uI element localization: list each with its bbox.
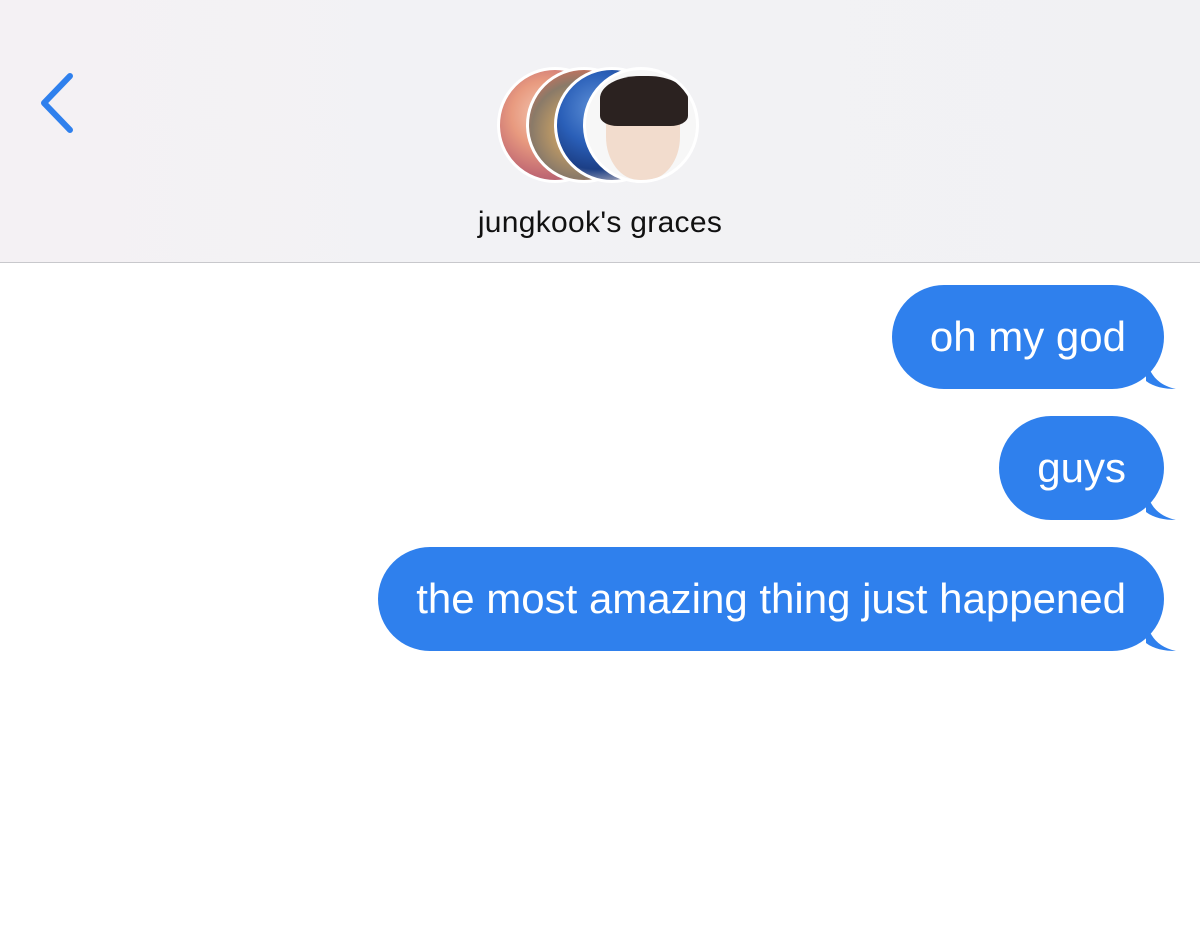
message-row: guys [999, 416, 1176, 520]
messages-screen: jungkook's graces oh my god guys the mos… [0, 0, 1200, 938]
avatar [583, 67, 699, 183]
message-bubble[interactable]: guys [999, 416, 1176, 520]
back-button[interactable] [28, 68, 88, 138]
bubble-tail [1146, 621, 1176, 651]
message-row: oh my god [891, 285, 1176, 389]
conversation-header: jungkook's graces [0, 0, 1200, 263]
conversation-title[interactable]: jungkook's graces [0, 206, 1200, 240]
bubble-tail [1146, 490, 1176, 520]
bubble-tail [1146, 359, 1176, 389]
message-row: the most amazing thing just happened [378, 547, 1176, 651]
message-bubble[interactable]: the most amazing thing just happened [378, 547, 1176, 651]
message-bubble[interactable]: oh my god [891, 285, 1176, 389]
group-avatar-stack[interactable] [497, 67, 707, 187]
message-text: the most amazing thing just happened [416, 575, 1126, 622]
avatar-hair [600, 76, 688, 126]
message-text: oh my god [929, 313, 1126, 360]
message-text: guys [1037, 444, 1126, 491]
chevron-left-icon [41, 73, 73, 133]
